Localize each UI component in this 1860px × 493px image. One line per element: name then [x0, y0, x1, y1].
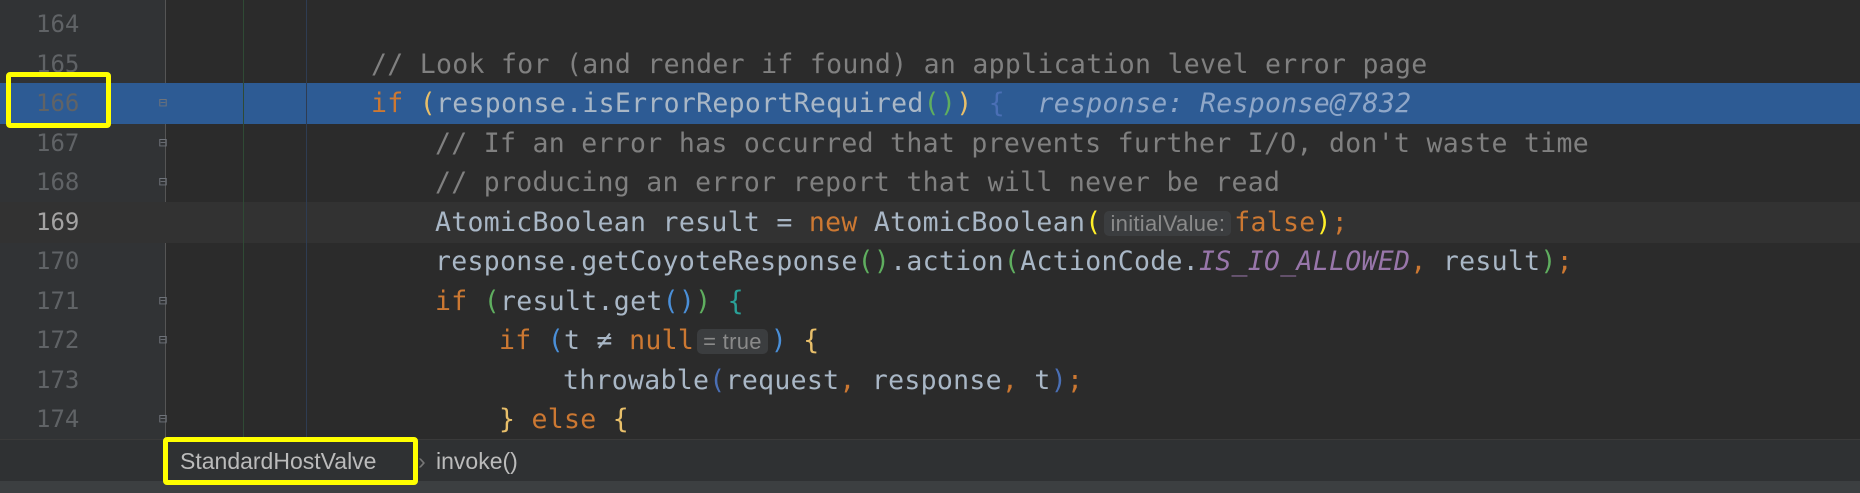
code-token: // Look for (and render if found) an app… — [371, 48, 1428, 80]
indent-guide — [306, 0, 307, 439]
code-text: response.getCoyoteResponse().action(Acti… — [435, 241, 1573, 282]
code-token: } — [499, 404, 532, 435]
code-token: ) — [956, 88, 973, 119]
code-editor[interactable]: 164 165// Look for (and render if found) … — [0, 0, 1860, 439]
code-token: ( — [419, 88, 437, 119]
code-token: // If an error has occurred that prevent… — [435, 127, 1590, 159]
code-line[interactable]: 172 ⊟ if (t ≠ null = true) { — [0, 320, 1860, 361]
code-text: } else { — [499, 399, 629, 439]
code-line[interactable]: 167 ⊟ // If an error has occurred that pre… — [0, 123, 1860, 164]
code-token: ; — [1331, 206, 1349, 238]
code-token: new — [808, 206, 874, 238]
fold-start-icon[interactable]: ⊟ — [156, 331, 170, 349]
line-number[interactable]: 168 — [36, 162, 96, 203]
code-line[interactable]: 173 throwable(request, response, t); — [0, 360, 1860, 401]
code-line[interactable]: 168 ⊟ // producing an error report that wi… — [0, 162, 1860, 203]
code-token: { — [711, 285, 744, 317]
code-token: t ≠ — [564, 325, 630, 356]
line-number[interactable]: 164 — [36, 4, 96, 45]
code-text: // Look for (and render if found) an app… — [371, 44, 1428, 85]
code-token: result.get — [500, 285, 663, 317]
code-text: if (response.isErrorReportRequired()) { … — [371, 83, 1411, 124]
line-number[interactable]: 171 — [36, 281, 96, 322]
code-token: if — [499, 325, 548, 356]
code-text: throwable(request, response, t); — [563, 360, 1083, 401]
code-token: ( — [1003, 246, 1021, 277]
code-token: ) — [1315, 206, 1332, 238]
code-token: AtomicBoolean — [873, 206, 1086, 238]
code-line[interactable]: 169 AtomicBoolean result = new AtomicBool… — [0, 201, 1860, 244]
code-token: ) — [770, 325, 788, 356]
code-token: ( — [709, 364, 726, 396]
parameter-hint: = true — [697, 329, 768, 354]
indent-guide — [243, 0, 244, 439]
code-token: throwable — [563, 364, 710, 396]
line-number[interactable]: 172 — [36, 320, 96, 361]
code-token: t — [1034, 364, 1051, 396]
code-line[interactable]: 171 ⊟ if (result.get()) { — [0, 281, 1860, 322]
code-text: AtomicBoolean result = new AtomicBoolean… — [435, 202, 1348, 244]
fold-start-icon[interactable]: ⊟ — [156, 134, 170, 152]
code-token: () — [857, 246, 891, 277]
code-token: response — [871, 364, 1002, 396]
code-token: { — [612, 404, 630, 435]
code-text: // producing an error report that will n… — [435, 162, 1280, 203]
code-token: else — [531, 404, 613, 435]
code-token: ( — [547, 325, 565, 356]
fold-end-icon[interactable]: ⊟ — [156, 410, 170, 428]
fold-start-icon[interactable]: ⊟ — [156, 292, 170, 310]
line-number[interactable]: 174 — [36, 399, 96, 439]
code-line[interactable]: 165// Look for (and render if found) an … — [0, 44, 1860, 85]
code-token: ) — [1540, 246, 1557, 277]
code-token: response.getCoyoteResponse — [435, 246, 858, 277]
code-token: request — [725, 364, 840, 396]
code-token: false — [1234, 206, 1316, 238]
code-token: result — [1442, 246, 1541, 277]
code-token: , — [839, 364, 872, 396]
code-line-execution-point[interactable]: 166 ⊟ if (response.isErrorReportRequired()… — [0, 83, 1860, 124]
line-number[interactable]: 173 — [36, 360, 96, 401]
code-token: if — [435, 285, 484, 317]
code-token: ActionCode. — [1020, 246, 1199, 277]
code-line[interactable]: 164 — [0, 4, 1860, 45]
code-token: ( — [483, 285, 501, 317]
fold-end-icon[interactable]: ⊟ — [156, 94, 170, 112]
fold-end-icon[interactable]: ⊟ — [156, 173, 170, 191]
code-text: if (result.get()) { — [435, 281, 744, 322]
code-token: IS_IO_ALLOWED — [1199, 246, 1411, 277]
line-number[interactable]: 169 — [36, 202, 96, 243]
annotation-highlight-box — [6, 72, 111, 128]
breadcrumb-method[interactable]: invoke() — [436, 448, 518, 475]
line-number[interactable]: 167 — [36, 123, 96, 164]
code-token: () — [662, 285, 696, 317]
code-token: AtomicBoolean result = — [435, 206, 809, 238]
code-token: , — [1410, 246, 1443, 277]
code-line[interactable]: 170 response.getCoyoteResponse().action(A… — [0, 241, 1860, 282]
breadcrumb-separator: › — [418, 448, 426, 474]
annotation-highlight-box — [163, 437, 418, 485]
code-text: if (t ≠ null = true) { — [499, 320, 820, 362]
code-token: { — [972, 88, 1022, 119]
code-token: () — [923, 88, 957, 119]
code-line[interactable]: 174 ⊟} else { — [0, 399, 1860, 439]
code-token: .action — [890, 246, 1004, 277]
line-number[interactable]: 170 — [36, 241, 96, 282]
code-token: null — [629, 325, 695, 356]
parameter-hint: initialValue: — [1104, 210, 1232, 236]
inline-debug-value: response: Response@7832 — [1021, 88, 1412, 119]
code-token: // producing an error report that will n… — [435, 167, 1281, 198]
code-token: { — [787, 325, 820, 356]
code-token: ; — [1066, 364, 1084, 396]
code-token: ) — [695, 285, 712, 317]
code-token: , — [1001, 364, 1035, 396]
code-text: // If an error has occurred that prevent… — [435, 123, 1589, 164]
code-token: if — [371, 88, 420, 119]
code-token: ( — [1085, 206, 1102, 238]
code-token: ; — [1556, 246, 1573, 277]
code-token: ) — [1050, 364, 1067, 396]
code-token: response.isErrorReportRequired — [436, 88, 924, 119]
